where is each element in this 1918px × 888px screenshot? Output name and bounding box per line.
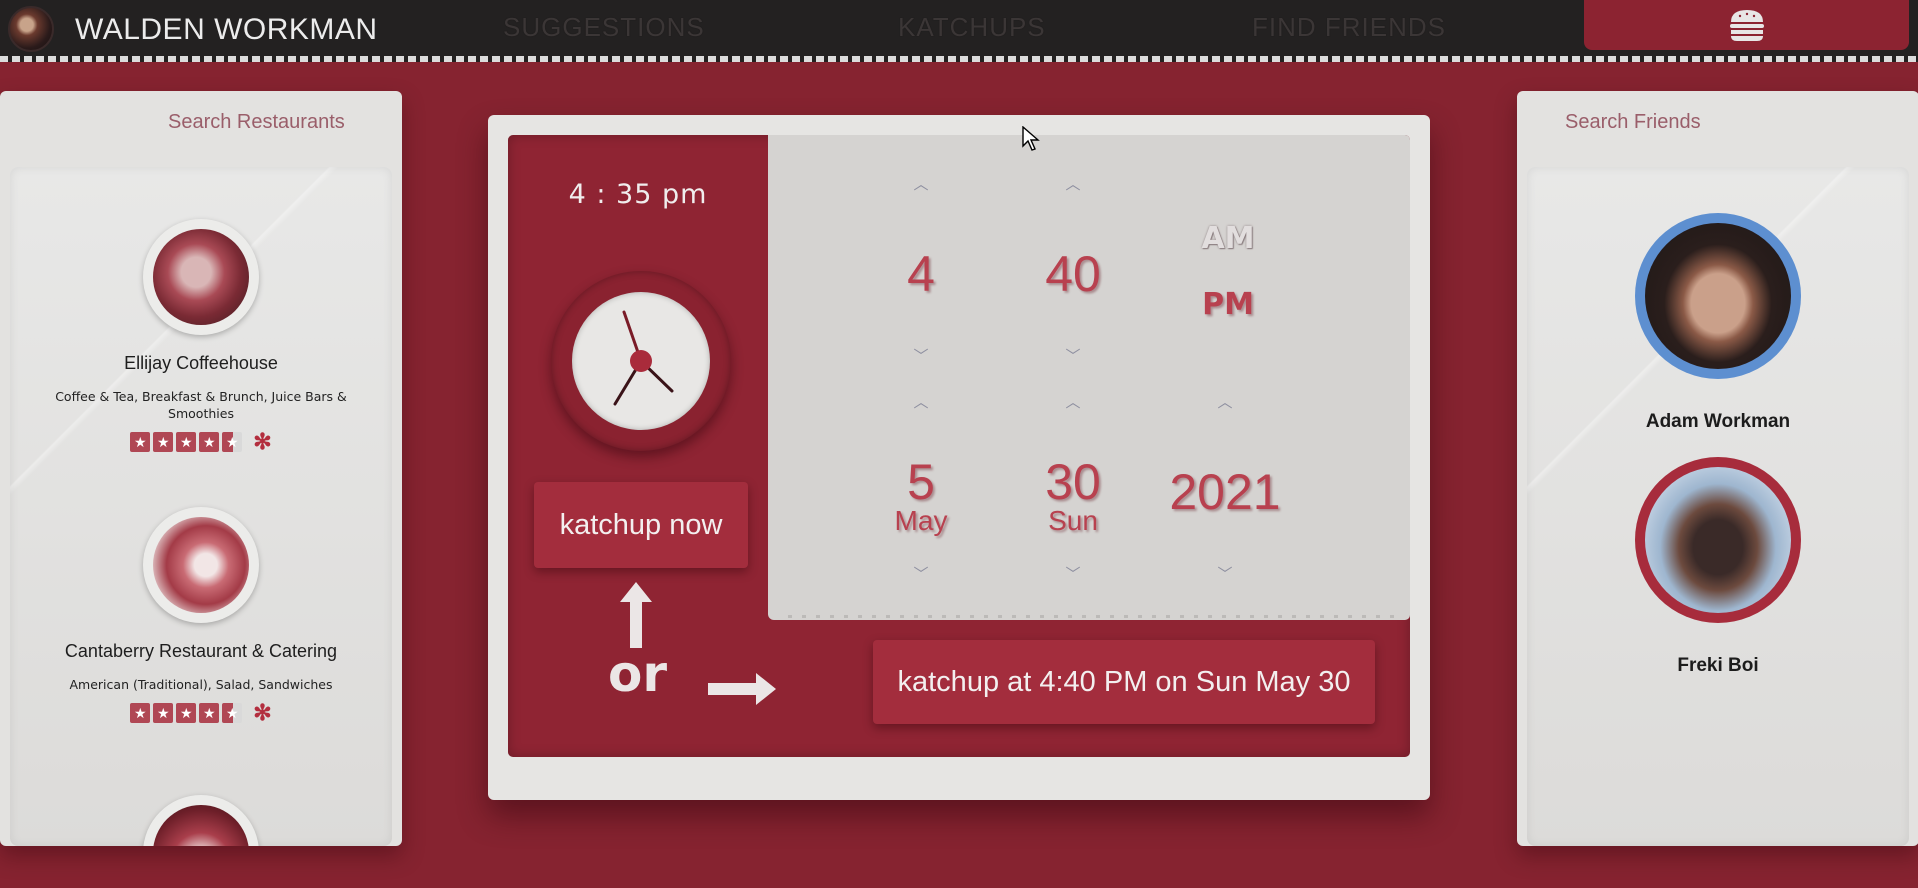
month-name: May bbox=[894, 505, 948, 536]
rating-stars: ★ ★ ★ ★ ★ ✻ bbox=[10, 431, 392, 453]
top-navbar: WALDEN WORKMAN SUGGESTIONS KATCHUPS FIND… bbox=[0, 0, 1918, 62]
datetime-picker: ︿ ︿ 4 40 AM PM ﹀ ﹀ ︿ ︿ ︿ 5 May 30 Sun 20… bbox=[768, 135, 1410, 620]
clock-icon bbox=[551, 271, 731, 451]
day-down-chevron-icon[interactable]: ﹀ bbox=[1053, 563, 1093, 584]
nav-find-friends[interactable]: FIND FRIENDS bbox=[1252, 12, 1446, 43]
pm-option[interactable]: PM bbox=[1158, 287, 1298, 322]
half-star-icon: ★ bbox=[222, 703, 243, 723]
minute-down-chevron-icon[interactable]: ﹀ bbox=[1053, 345, 1093, 366]
search-restaurants-input[interactable] bbox=[0, 111, 402, 134]
hour-up-chevron-icon[interactable]: ︿ bbox=[901, 173, 941, 194]
schedule-area: 4 : 35 pm katchup now or ︿ ︿ 4 40 AM PM … bbox=[508, 135, 1410, 757]
month-number[interactable]: 5 bbox=[851, 453, 991, 511]
arrow-up-icon bbox=[620, 582, 652, 648]
day-up-chevron-icon[interactable]: ︿ bbox=[1053, 391, 1093, 412]
star-icon: ★ bbox=[176, 432, 197, 452]
star-icon: ★ bbox=[199, 432, 220, 452]
friends-panel: Adam Workman Freki Boi bbox=[1517, 91, 1918, 846]
minute-up-chevron-icon[interactable]: ︿ bbox=[1053, 173, 1093, 194]
schedule-card: 4 : 35 pm katchup now or ︿ ︿ 4 40 AM PM … bbox=[488, 115, 1430, 800]
restaurant-card[interactable] bbox=[10, 795, 392, 846]
friend-avatar bbox=[1635, 457, 1801, 623]
restaurant-name: Cantaberry Restaurant & Catering bbox=[64, 641, 338, 661]
current-time: 4 : 35 pm bbox=[568, 179, 708, 210]
arrow-right-icon bbox=[708, 673, 776, 705]
mouse-cursor-icon bbox=[1022, 126, 1040, 151]
restaurant-card[interactable]: Ellijay Coffeehouse Coffee & Tea, Breakf… bbox=[10, 219, 392, 453]
star-icon: ★ bbox=[153, 432, 174, 452]
hour-value[interactable]: 4 bbox=[851, 245, 991, 303]
restaurant-photo bbox=[143, 219, 259, 335]
nav-katchups[interactable]: KATCHUPS bbox=[898, 12, 1046, 43]
am-option[interactable]: AM bbox=[1158, 221, 1298, 256]
friend-name: Freki Boi bbox=[1677, 655, 1759, 676]
minute-value[interactable]: 40 bbox=[1003, 245, 1143, 303]
burger-menu-button[interactable] bbox=[1584, 0, 1909, 50]
year-down-chevron-icon[interactable]: ﹀ bbox=[1205, 563, 1245, 584]
star-icon: ★ bbox=[153, 703, 174, 723]
hour-down-chevron-icon[interactable]: ﹀ bbox=[901, 345, 941, 366]
star-icon: ★ bbox=[130, 703, 151, 723]
year-value[interactable]: 2021 bbox=[1145, 463, 1305, 521]
star-icon: ★ bbox=[176, 703, 197, 723]
burger-icon bbox=[1729, 10, 1764, 41]
friend-name: Adam Workman bbox=[1645, 411, 1791, 432]
yelp-icon[interactable]: ✻ bbox=[253, 702, 271, 724]
katchup-now-button[interactable]: katchup now bbox=[534, 482, 748, 568]
month-down-chevron-icon[interactable]: ﹀ bbox=[901, 563, 941, 584]
restaurant-name: Ellijay Coffeehouse bbox=[124, 353, 278, 373]
day-number[interactable]: 30 bbox=[1003, 453, 1143, 511]
star-icon: ★ bbox=[199, 703, 220, 723]
month-up-chevron-icon[interactable]: ︿ bbox=[901, 391, 941, 412]
user-avatar[interactable] bbox=[8, 6, 54, 52]
restaurant-categories: American (Traditional), Salad, Sandwiche… bbox=[69, 677, 333, 692]
weekday-name: Sun bbox=[1048, 505, 1098, 536]
star-icon: ★ bbox=[130, 432, 151, 452]
restaurant-card[interactable]: Cantaberry Restaurant & Catering America… bbox=[10, 507, 392, 724]
restaurant-list: Ellijay Coffeehouse Coffee & Tea, Breakf… bbox=[10, 167, 392, 846]
nav-suggestions[interactable]: SUGGESTIONS bbox=[503, 12, 705, 43]
friends-list: Adam Workman Freki Boi bbox=[1527, 167, 1909, 846]
or-label: or bbox=[608, 645, 668, 703]
clock-face bbox=[572, 292, 710, 430]
yelp-icon[interactable]: ✻ bbox=[253, 431, 271, 453]
restaurants-panel: Ellijay Coffeehouse Coffee & Tea, Breakf… bbox=[0, 91, 402, 846]
half-star-icon: ★ bbox=[222, 432, 243, 452]
search-friends-input[interactable] bbox=[1517, 111, 1918, 134]
restaurant-photo bbox=[143, 795, 259, 846]
friend-avatar bbox=[1635, 213, 1801, 379]
restaurant-photo bbox=[143, 507, 259, 623]
friend-card[interactable]: Freki Boi bbox=[1527, 457, 1909, 677]
restaurant-categories: Coffee & Tea, Breakfast & Brunch, Juice … bbox=[55, 389, 347, 421]
brand-name: WALDEN WORKMAN bbox=[75, 13, 378, 46]
year-up-chevron-icon[interactable]: ︿ bbox=[1205, 391, 1245, 412]
clock-hands bbox=[613, 310, 674, 406]
friend-card[interactable]: Adam Workman bbox=[1527, 213, 1909, 433]
katchup-scheduled-button[interactable]: katchup at 4:40 PM on Sun May 30 bbox=[873, 640, 1375, 724]
rating-stars: ★ ★ ★ ★ ★ ✻ bbox=[10, 702, 392, 724]
